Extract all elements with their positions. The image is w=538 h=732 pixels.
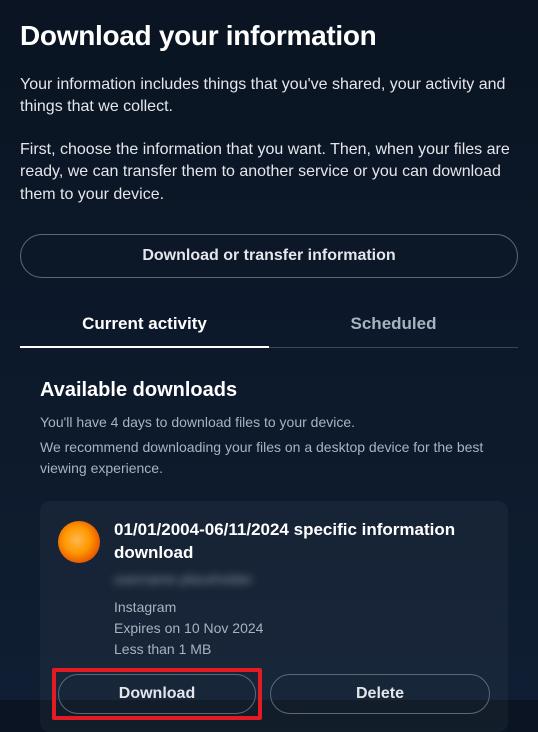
download-item-expires: Expires on 10 Nov 2024 [114, 618, 490, 639]
tab-current-activity[interactable]: Current activity [20, 302, 269, 348]
delete-button[interactable]: Delete [270, 674, 490, 714]
description-primary: Your information includes things that yo… [20, 74, 518, 119]
available-downloads-title: Available downloads [40, 379, 508, 402]
download-item-title: 01/01/2004-06/11/2024 specific informati… [114, 519, 490, 565]
download-item-username-blurred: username placeholder [114, 571, 490, 587]
download-button[interactable]: Download [58, 674, 256, 714]
download-item-platform: Instagram [114, 597, 490, 618]
available-subtitle-line2: We recommend downloading your files on a… [40, 437, 508, 479]
tab-scheduled[interactable]: Scheduled [269, 302, 518, 348]
page-title: Download your information [20, 20, 518, 52]
download-transfer-button[interactable]: Download or transfer information [20, 234, 518, 278]
available-subtitle-line1: You'll have 4 days to download files to … [40, 412, 508, 433]
tabs-bar: Current activity Scheduled [20, 302, 518, 349]
description-secondary: First, choose the information that you w… [20, 139, 518, 206]
download-card: 01/01/2004-06/11/2024 specific informati… [40, 501, 508, 732]
avatar [58, 521, 100, 563]
download-item-size: Less than 1 MB [114, 639, 490, 660]
